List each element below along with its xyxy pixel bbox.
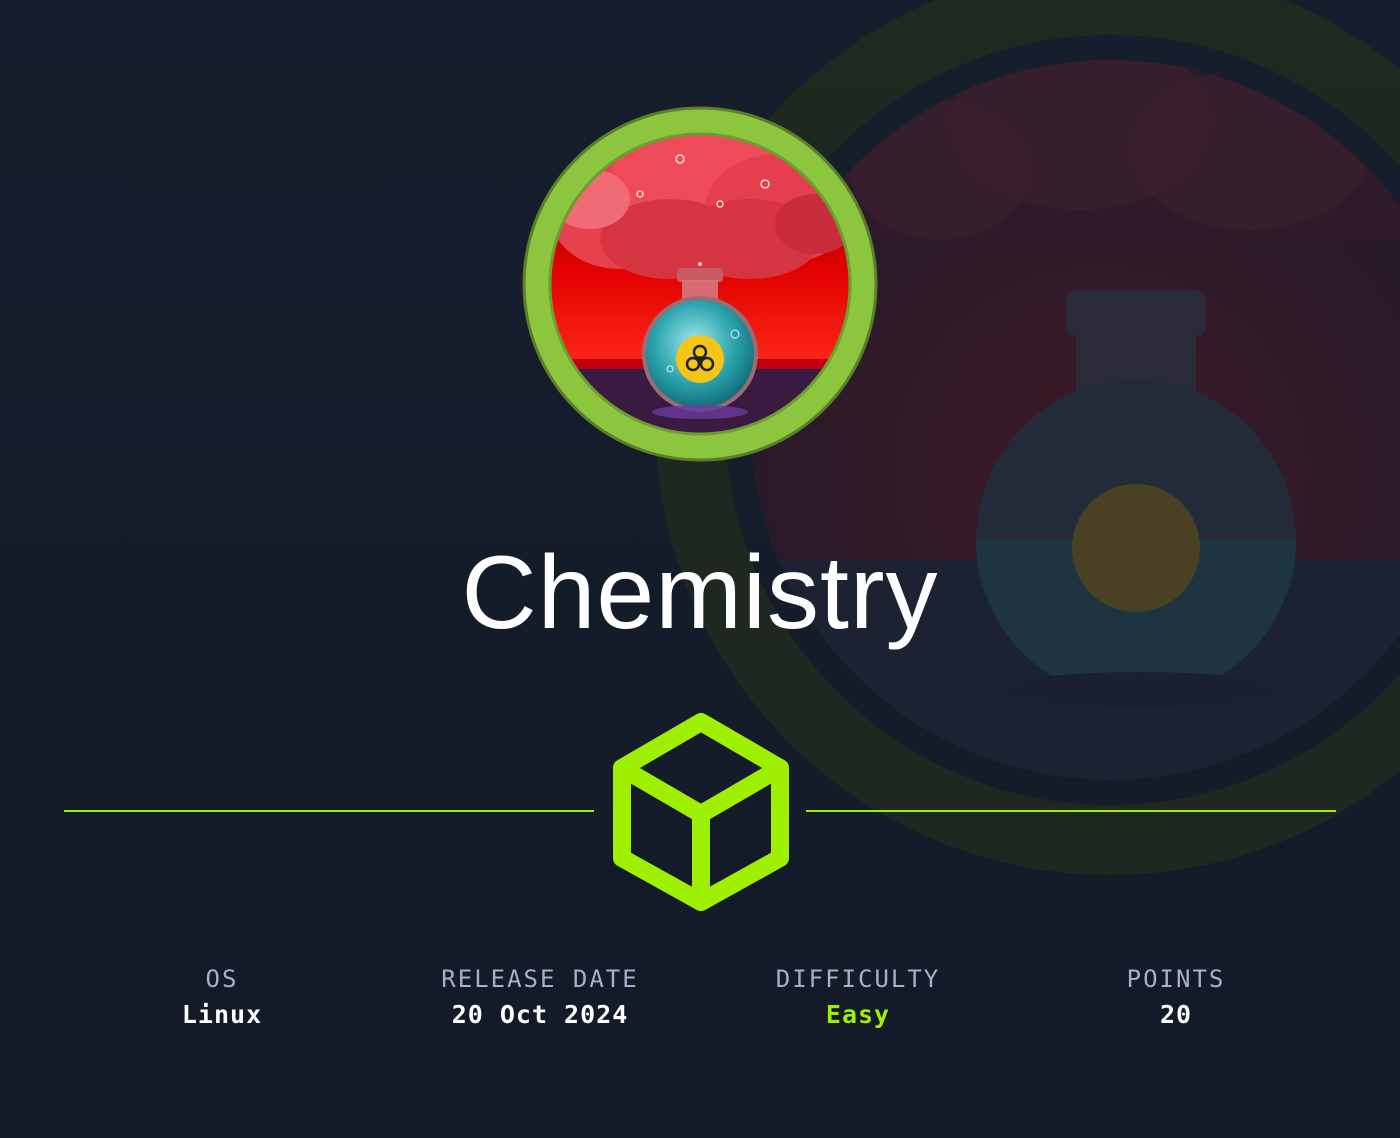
machine-name: Chemistry [461,535,939,651]
stat-release-date: RELEASE DATE 20 Oct 2024 [410,962,670,1034]
release-date-value: 20 Oct 2024 [451,1000,629,1029]
divider-left [64,810,594,812]
divider-right [806,810,1336,812]
machine-avatar [522,106,878,462]
points-value: 20 [1159,1000,1193,1029]
points-label: POINTS [1126,965,1226,993]
release-date-label: RELEASE DATE [441,965,639,993]
os-value: Linux [181,1000,263,1029]
stat-points: POINTS 20 [1046,962,1306,1034]
stat-os: OS Linux [92,962,352,1034]
os-label: OS [205,965,239,993]
htb-cube-icon [613,713,789,911]
stat-difficulty: DIFFICULTY Easy [728,962,988,1034]
machine-info-card: Chemistry OS Linux RELEASE DATE 20 Oct 2… [0,0,1400,1138]
difficulty-value: Easy [825,1000,891,1029]
difficulty-label: DIFFICULTY [775,965,941,993]
